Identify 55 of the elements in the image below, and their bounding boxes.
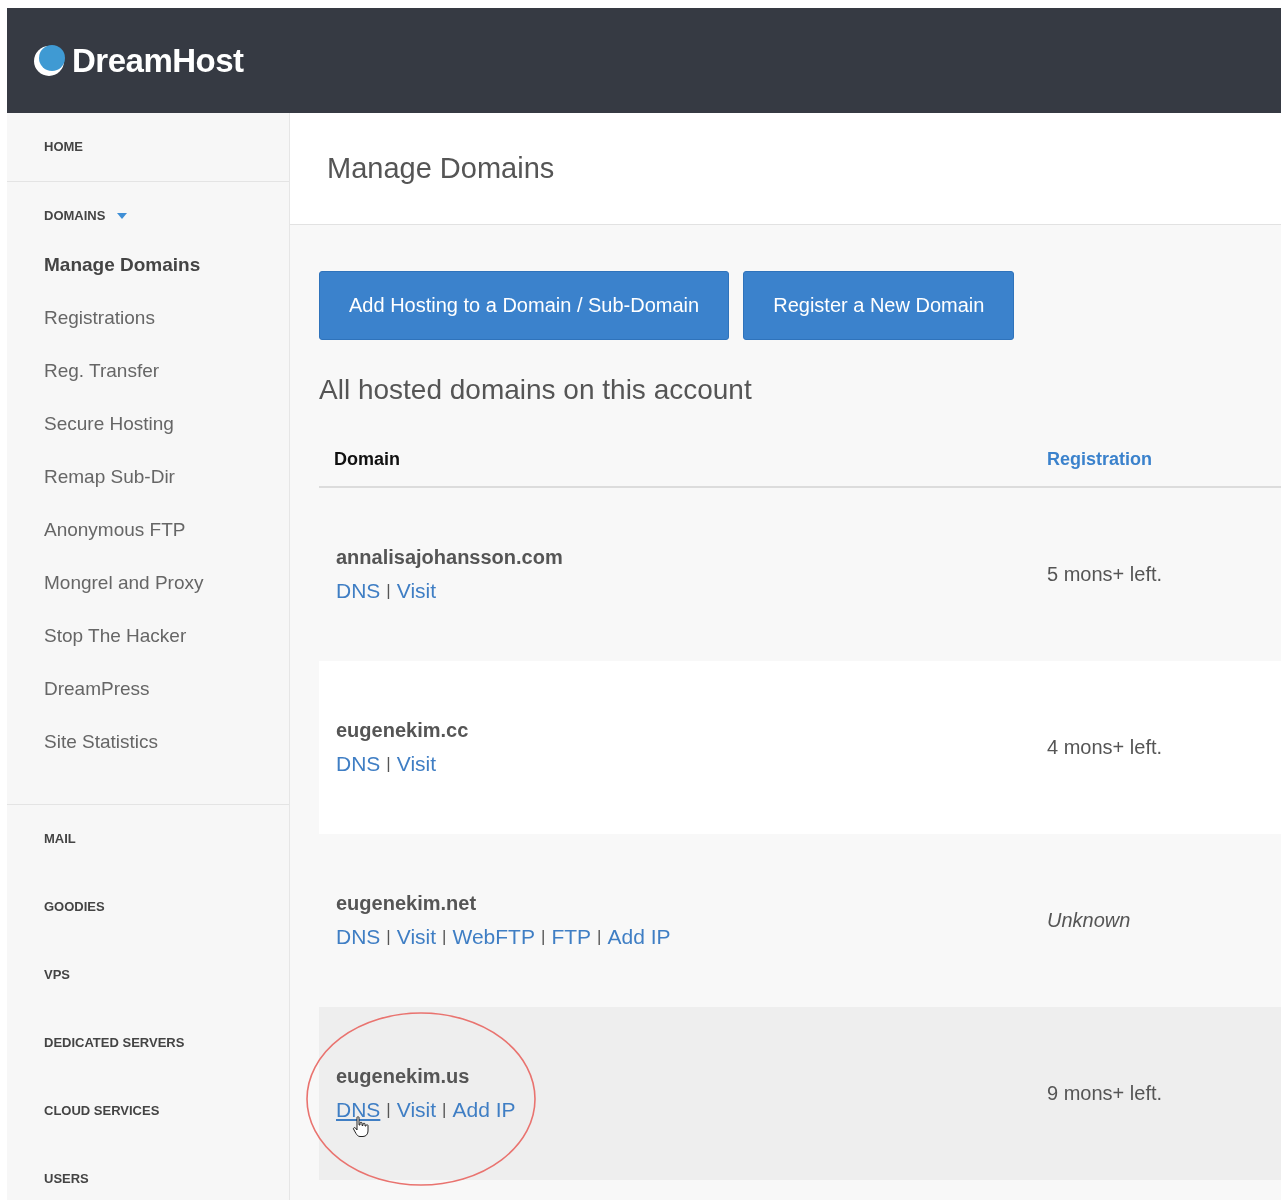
row-link[interactable]: DNS xyxy=(336,925,381,948)
section-heading: All hosted domains on this account xyxy=(319,374,753,406)
moon-logo-icon xyxy=(32,43,66,78)
row-link[interactable]: FTP xyxy=(551,925,592,948)
row-link[interactable]: DNS xyxy=(336,752,381,775)
row-link[interactable]: DNS xyxy=(336,579,381,602)
page-title: Manage Domains xyxy=(327,152,555,185)
registration-status: 4 mons+ left. xyxy=(1047,736,1164,759)
sidebar-item[interactable]: DreamPress xyxy=(44,677,150,700)
row-link[interactable]: Add IP xyxy=(607,925,671,948)
sidebar-section-link[interactable]: DEDICATED SERVERS xyxy=(44,1035,185,1051)
sidebar-item[interactable]: Mongrel and Proxy xyxy=(44,571,204,594)
sidebar-item[interactable]: Anonymous FTP xyxy=(44,518,186,541)
link-separator: | xyxy=(386,927,391,947)
sidebar-section-link[interactable]: MAIL xyxy=(44,831,76,847)
domain-name: annalisajohansson.com xyxy=(336,546,564,569)
sidebar-section-link[interactable]: VPS xyxy=(44,967,70,983)
link-separator: | xyxy=(442,1100,447,1120)
sidebar-item[interactable]: Secure Hosting xyxy=(44,412,174,435)
link-separator: | xyxy=(386,754,391,774)
sidebar-item[interactable]: Remap Sub-Dir xyxy=(44,465,175,488)
link-separator: | xyxy=(386,1100,391,1120)
column-header: Domain xyxy=(334,448,400,469)
sidebar-item[interactable]: Stop The Hacker xyxy=(44,624,187,647)
sidebar-section-link[interactable]: USERS xyxy=(44,1171,89,1187)
row-link[interactable]: Add IP xyxy=(452,1098,516,1121)
registration-status: 9 mons+ left. xyxy=(1047,1082,1164,1105)
sidebar-item[interactable]: Reg. Transfer xyxy=(44,359,160,382)
hand-cursor-icon xyxy=(352,1116,370,1138)
link-separator: | xyxy=(540,927,546,947)
registration-status: Unknown xyxy=(1047,909,1132,932)
sidebar-item[interactable]: Site Statistics xyxy=(44,730,159,753)
row-link[interactable]: WebFTP xyxy=(452,925,535,948)
sidebar-section-link[interactable]: CLOUD SERVICES xyxy=(44,1103,160,1119)
sidebar-section-link[interactable]: GOODIES xyxy=(44,899,105,915)
sidebar-section-link[interactable]: DOMAINS xyxy=(44,208,106,224)
link-separator: | xyxy=(386,581,391,601)
row-link[interactable]: Visit xyxy=(396,752,437,775)
brand-name: DreamHost xyxy=(72,41,244,80)
row-link[interactable]: Visit xyxy=(396,1098,437,1121)
row-link[interactable]: DNS xyxy=(336,1098,381,1121)
domain-name: eugenekim.cc xyxy=(336,719,470,742)
column-sort-link[interactable]: Registration xyxy=(1047,448,1152,469)
domain-name: eugenekim.net xyxy=(336,892,478,915)
row-link[interactable]: Visit xyxy=(396,925,437,948)
sidebar-item[interactable]: Manage Domains xyxy=(44,253,201,276)
domain-name: eugenekim.us xyxy=(336,1065,471,1088)
row-link[interactable]: Visit xyxy=(396,579,437,602)
action-button[interactable]: Register a New Domain xyxy=(743,271,1015,340)
sidebar-item[interactable]: Registrations xyxy=(44,306,155,329)
sidebar-section-link[interactable]: HOME xyxy=(44,139,83,155)
link-separator: | xyxy=(442,927,447,947)
registration-status: 5 mons+ left. xyxy=(1047,563,1164,586)
action-button[interactable]: Add Hosting to a Domain / Sub-Domain xyxy=(319,271,730,340)
link-separator: | xyxy=(597,927,602,947)
